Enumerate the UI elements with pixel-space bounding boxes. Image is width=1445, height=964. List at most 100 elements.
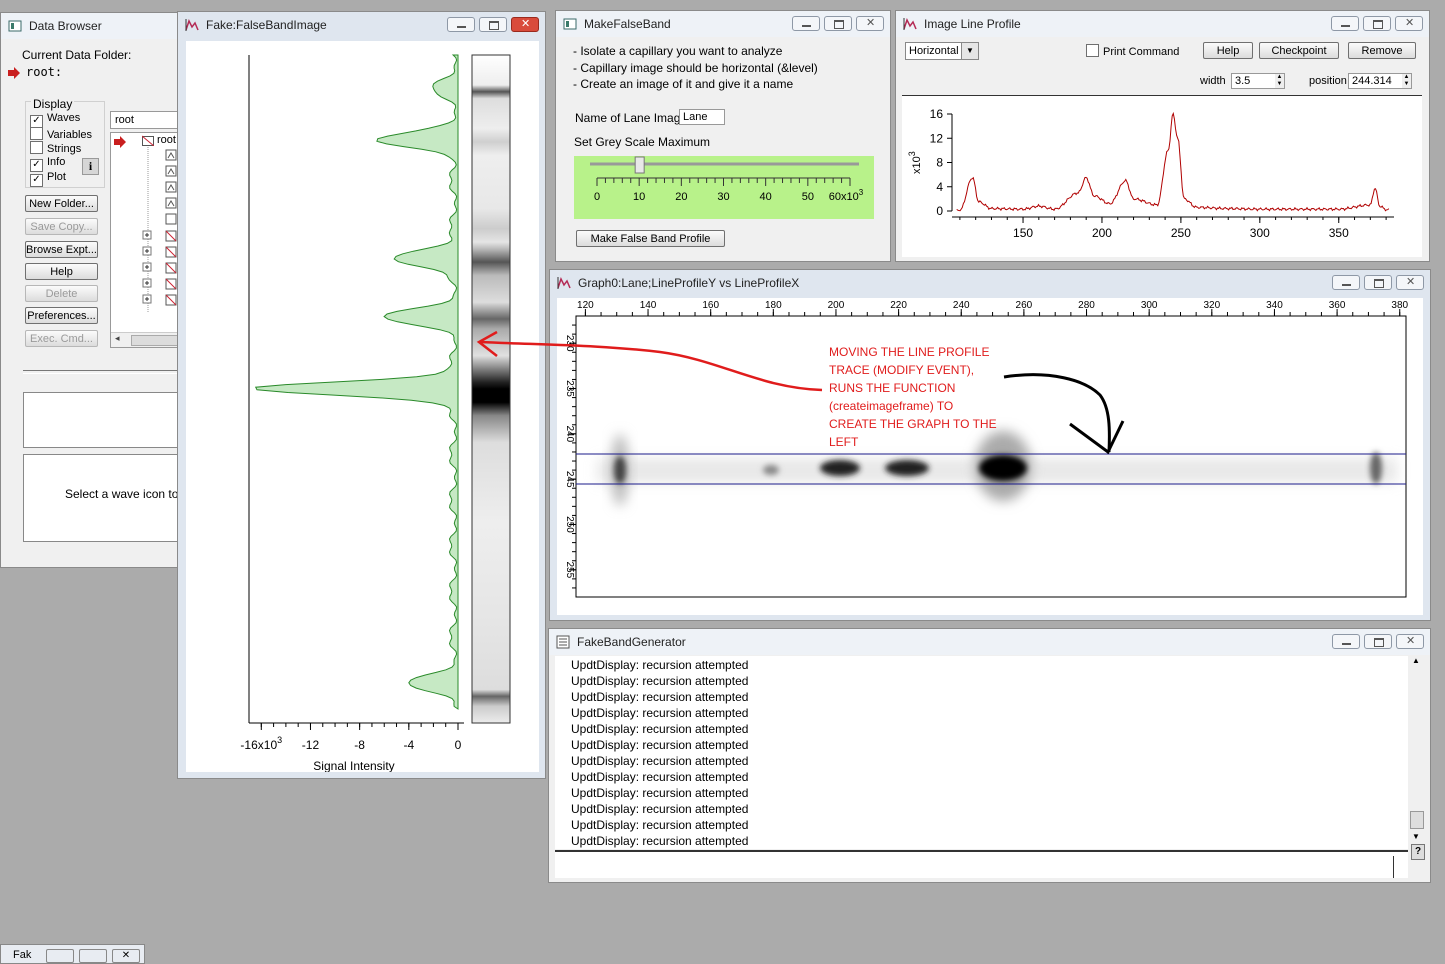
- minimize-button[interactable]: [1332, 275, 1360, 290]
- preferences-button[interactable]: Preferences...: [25, 307, 98, 324]
- width-input[interactable]: 3.5 ▲ ▼: [1231, 73, 1285, 89]
- delete-button[interactable]: Delete: [25, 285, 98, 302]
- g0-x-tick-label: 140: [640, 300, 657, 311]
- restore-button[interactable]: [46, 949, 74, 963]
- annotation-text: MOVING THE LINE PROFILE TRACE (MODIFY EV…: [829, 343, 997, 451]
- variables-checkbox[interactable]: Variables: [30, 127, 92, 141]
- false-band-titlebar[interactable]: Fake:FalseBandImage: [178, 12, 545, 38]
- close-button[interactable]: [511, 17, 539, 32]
- position-stepper-icon[interactable]: ▲ ▼: [1402, 74, 1411, 88]
- waves-checkbox[interactable]: ✓ Waves: [30, 112, 80, 128]
- strings-check-box[interactable]: [30, 141, 43, 154]
- browse-expt-button[interactable]: Browse Expt...: [25, 241, 98, 258]
- chevron-down-icon[interactable]: ▼: [961, 43, 978, 59]
- line-profile-plot[interactable]: 16 12 8 4 0 150 200 250 300 350 x103: [902, 96, 1422, 256]
- lp-x-tick-label: 150: [1013, 226, 1033, 240]
- grey-scale-slider[interactable]: 0 10 20 30 40 50 60x103: [574, 156, 874, 219]
- g0-x-tick-label: 180: [765, 300, 782, 311]
- minimize-button[interactable]: [1332, 634, 1360, 649]
- help-button[interactable]: Help: [25, 263, 98, 280]
- maximize-button[interactable]: [479, 17, 507, 32]
- tree-root-label[interactable]: root: [157, 134, 176, 146]
- help-button[interactable]: Help: [1203, 42, 1253, 59]
- history-scroll-thumb[interactable]: [1410, 811, 1424, 829]
- folder-tree[interactable]: root ◂: [110, 132, 183, 348]
- lp-x-tick-label: 200: [1092, 226, 1112, 240]
- graph0-titlebar[interactable]: Graph0:Lane;LineProfileY vs LineProfileX: [550, 270, 1430, 296]
- checkpoint-button[interactable]: Checkpoint: [1259, 42, 1339, 59]
- remove-button[interactable]: Remove: [1348, 42, 1416, 59]
- folder-select-value: root: [115, 114, 134, 126]
- false-band-plot[interactable]: -16x103 -12 -8 -4 0 Signal Intensity: [186, 41, 539, 772]
- minimize-button[interactable]: [447, 17, 475, 32]
- width-stepper-icon[interactable]: ▲ ▼: [1275, 74, 1284, 88]
- data-browser-titlebar[interactable]: Data Browser: [1, 13, 181, 39]
- slider-tick-label: 10: [633, 191, 645, 203]
- line-profile-titlebar[interactable]: Image Line Profile: [896, 11, 1429, 37]
- instruction-1: - Isolate a capillary you want to analyz…: [573, 44, 783, 58]
- save-copy-button[interactable]: Save Copy...: [25, 218, 98, 235]
- minimize-button[interactable]: [792, 16, 820, 31]
- plot-checkbox[interactable]: ✓ Plot: [30, 171, 66, 187]
- lp-x-tick-label: 300: [1250, 226, 1270, 240]
- slider-tick-label: 50: [802, 191, 814, 203]
- print-command-box[interactable]: [1086, 44, 1099, 57]
- variables-check-box[interactable]: [30, 127, 43, 140]
- make-false-band-titlebar[interactable]: MakeFalseBand: [556, 11, 890, 37]
- help-question-icon[interactable]: ?: [1411, 844, 1425, 860]
- lane-name-label: Name of Lane Image: [575, 111, 688, 125]
- minimized-window[interactable]: Fak ✕: [0, 944, 145, 964]
- orientation-value: Horizontal: [909, 45, 959, 57]
- scroll-down-icon[interactable]: ▼: [1412, 832, 1420, 841]
- close-button[interactable]: ✕: [112, 949, 140, 963]
- maximize-button[interactable]: [1363, 16, 1391, 31]
- orientation-select[interactable]: Horizontal ▼: [905, 42, 979, 60]
- width-label: width: [1200, 75, 1226, 87]
- info-icon[interactable]: i: [82, 158, 99, 175]
- maximize-button[interactable]: [824, 16, 852, 31]
- plot-checkbox-label: Plot: [47, 171, 66, 183]
- lp-x-tick-label: 250: [1171, 226, 1191, 240]
- lane-name-input[interactable]: Lane: [679, 109, 725, 125]
- g0-x-tick-label: 160: [702, 300, 719, 311]
- slider-graphic[interactable]: 0 10 20 30 40 50 60x103: [574, 156, 874, 219]
- history-area[interactable]: UpdtDisplay: recursion attempted UpdtDisp…: [555, 656, 1408, 849]
- close-button[interactable]: [1395, 16, 1423, 31]
- history-line: UpdtDisplay: recursion attempted: [571, 674, 749, 688]
- history-scrollbar[interactable]: ▲ ▼: [1409, 656, 1424, 849]
- image-line-profile-window: Image Line Profile Horizontal ▼ Print Co…: [895, 10, 1430, 262]
- close-button[interactable]: [856, 16, 884, 31]
- close-button[interactable]: [1396, 634, 1424, 649]
- folder-select[interactable]: root: [110, 111, 183, 129]
- instruction-3: - Create an image of it and give it a na…: [573, 77, 794, 91]
- splitter[interactable]: [23, 370, 183, 374]
- position-input[interactable]: 244.314 ▲ ▼: [1348, 73, 1412, 89]
- make-false-band-window-buttons: [792, 16, 884, 31]
- maximize-button[interactable]: [1364, 634, 1392, 649]
- plot-check-box[interactable]: ✓: [30, 174, 43, 187]
- new-folder-button[interactable]: New Folder...: [25, 195, 98, 212]
- command-line[interactable]: [555, 850, 1408, 878]
- g0-x-tick-label: 260: [1016, 300, 1033, 311]
- strings-checkbox[interactable]: Strings: [30, 141, 81, 155]
- scroll-up-icon[interactable]: ▲: [1412, 656, 1420, 665]
- scroll-thumb[interactable]: [131, 335, 182, 346]
- maximize-button[interactable]: [79, 949, 107, 963]
- history-list: UpdtDisplay: recursion attempted UpdtDisp…: [571, 657, 748, 849]
- print-command-checkbox[interactable]: Print Command: [1086, 44, 1179, 58]
- minimize-button[interactable]: [1331, 16, 1359, 31]
- make-false-band-profile-button[interactable]: Make False Band Profile: [576, 230, 725, 247]
- history-line: UpdtDisplay: recursion attempted: [571, 834, 749, 848]
- command-divider: [1393, 856, 1394, 878]
- close-button[interactable]: [1396, 275, 1424, 290]
- tree-scrollbar[interactable]: ◂: [111, 332, 182, 347]
- exec-cmd-button[interactable]: Exec. Cmd...: [25, 330, 98, 347]
- generator-titlebar[interactable]: FakeBandGenerator: [549, 629, 1430, 655]
- scroll-left-icon[interactable]: ◂: [115, 333, 120, 344]
- maximize-button[interactable]: [1364, 275, 1392, 290]
- info-checkbox[interactable]: ✓ Info: [30, 156, 65, 172]
- procedure-icon: [556, 635, 570, 649]
- slider-thumb[interactable]: [634, 156, 645, 174]
- g0-x-tick-label: 280: [1078, 300, 1095, 311]
- g0-x-tick-label: 220: [890, 300, 907, 311]
